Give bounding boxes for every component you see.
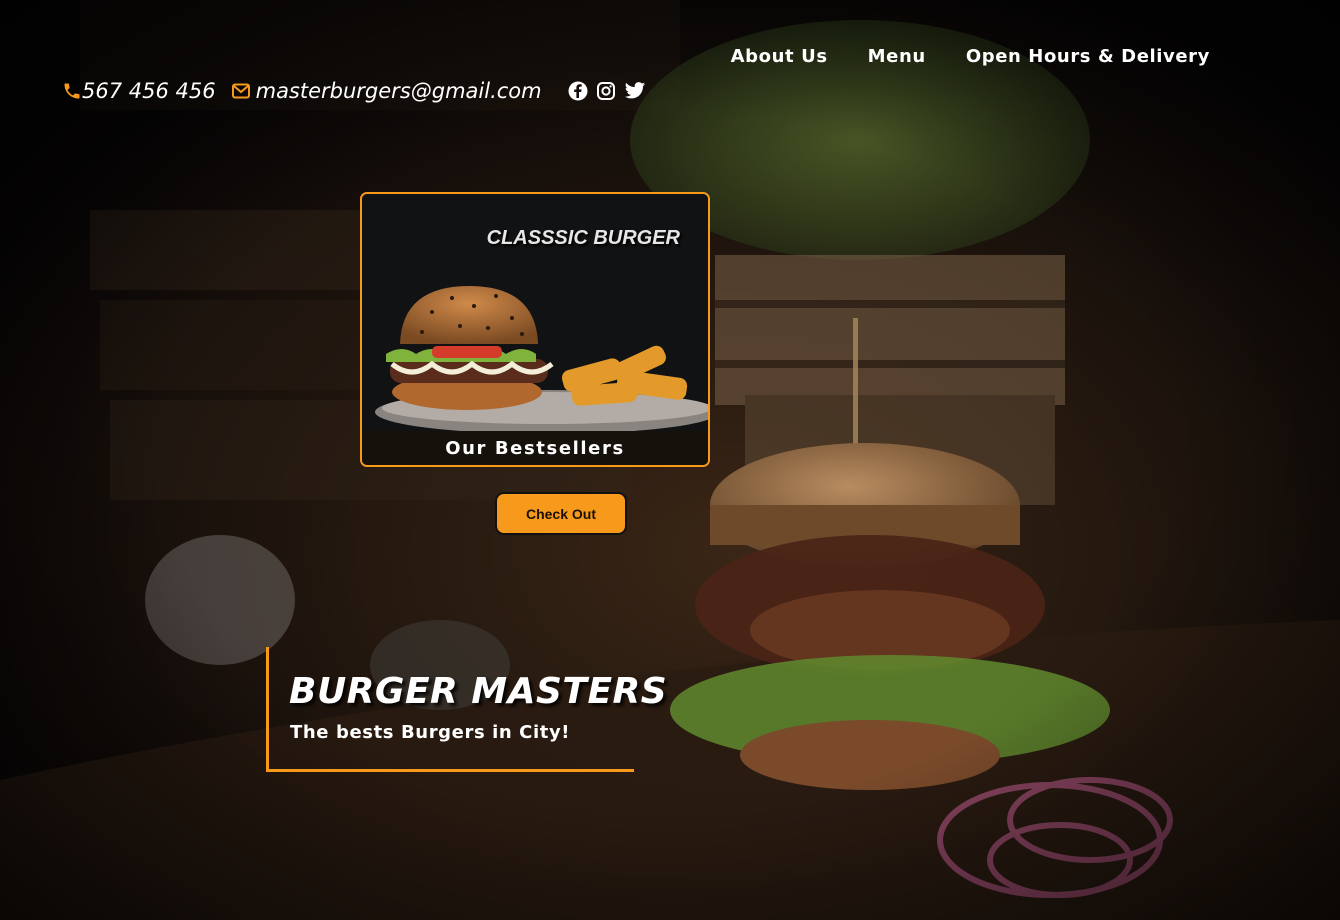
check-out-button[interactable]: Check Out bbox=[495, 492, 627, 535]
main-nav: About Us Menu Open Hours & Delivery bbox=[691, 46, 1210, 67]
brand-title: BURGER MASTERS bbox=[289, 671, 668, 712]
email-address: masterburgers@gmail.com bbox=[255, 79, 542, 103]
facebook-icon[interactable] bbox=[568, 81, 588, 101]
phone-number: 567 456 456 bbox=[82, 79, 216, 103]
bestsellers-caption: Our Bestsellers bbox=[362, 431, 708, 465]
brand-subtitle: The bests Burgers in City! bbox=[290, 722, 571, 743]
phone-icon bbox=[62, 81, 82, 101]
brand-block: BURGER MASTERS The bests Burgers in City… bbox=[266, 647, 667, 772]
social-links bbox=[568, 81, 654, 101]
bestseller-card[interactable]: CLASSSIC BURGER Our Bestsellers bbox=[360, 192, 710, 467]
nav-menu[interactable]: Menu bbox=[868, 46, 926, 67]
email-contact[interactable]: masterburgers@gmail.com bbox=[231, 79, 542, 103]
page: 567 456 456 masterburgers@gmail.com Abou… bbox=[0, 0, 1340, 920]
contact-bar: 567 456 456 masterburgers@gmail.com bbox=[62, 76, 654, 106]
twitter-icon[interactable] bbox=[624, 81, 646, 101]
envelope-icon bbox=[231, 83, 250, 99]
nav-about-us[interactable]: About Us bbox=[731, 46, 828, 67]
classic-burger-image: CLASSSIC BURGER bbox=[362, 194, 708, 434]
instagram-icon[interactable] bbox=[596, 81, 616, 101]
nav-open-hours-delivery[interactable]: Open Hours & Delivery bbox=[966, 46, 1210, 67]
classic-burger-image-label: CLASSSIC BURGER bbox=[487, 227, 681, 249]
phone-contact[interactable]: 567 456 456 bbox=[62, 79, 216, 103]
